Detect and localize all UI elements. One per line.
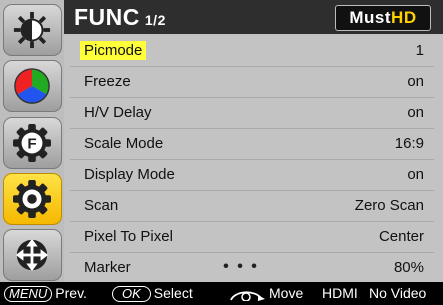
svg-text:F: F: [27, 136, 36, 153]
menu-row-value: Zero Scan: [354, 197, 424, 214]
menu-key-action: Prev.: [55, 285, 87, 301]
brightness-icon: [13, 11, 51, 49]
menu-row-value: 1: [415, 42, 424, 59]
signal-status-label: No Video: [369, 285, 427, 301]
menu-row-scan[interactable]: Scan Zero Scan: [70, 191, 434, 222]
logo-must-text: Must: [349, 8, 392, 27]
rotary-knob-icon: [230, 291, 265, 302]
ok-key-action: Select: [153, 285, 193, 301]
menu-row-value: on: [407, 73, 424, 90]
menu-row-label: Picmode: [80, 41, 147, 60]
menu-header: FUNC 1/2 MustHD: [64, 0, 443, 34]
page-title-text: FUNC: [74, 4, 140, 30]
sidebar-item-function[interactable]: F: [3, 117, 62, 169]
menu-row-label: Marker: [84, 259, 131, 276]
settings-menu: Picmode 1 Freeze on H/V Delay on Scale M…: [64, 34, 443, 282]
input-source-label: HDMI: [322, 285, 358, 301]
menu-row-scale-mode[interactable]: Scale Mode 16:9: [70, 129, 434, 160]
menu-row-value: 80%: [393, 259, 424, 276]
move-arrows-icon: [15, 238, 49, 272]
sidebar-item-color[interactable]: [3, 60, 62, 112]
logo-hd-text: HD: [391, 8, 417, 27]
menu-key-icon: MENU: [4, 286, 53, 302]
sidebar: F: [0, 0, 64, 282]
menu-row-label: Scan: [84, 197, 119, 214]
menu-row-label: Scale Mode: [84, 135, 164, 152]
menu-row-value: on: [407, 166, 424, 183]
menu-row-hv-delay[interactable]: H/V Delay on: [70, 98, 434, 129]
color-wheel-icon: [14, 68, 50, 104]
rotary-hint: Move: [228, 285, 304, 302]
sidebar-item-settings[interactable]: [3, 173, 62, 225]
ok-key-hint: OK Select: [112, 285, 193, 302]
menu-row-value: on: [407, 104, 424, 121]
settings-gear-icon: [13, 180, 51, 218]
sidebar-item-position[interactable]: [3, 229, 62, 281]
menu-row-picmode[interactable]: Picmode 1: [70, 36, 434, 67]
ok-key-icon: OK: [112, 286, 151, 302]
menu-row-label: Pixel To Pixel: [84, 228, 173, 245]
osd-frame: F FUNC 1/2 MustHD Picmode 1 Freeze on H/…: [0, 0, 443, 305]
key-hint-bar: MENU Prev. OK Select Move HDMI No Video: [0, 282, 443, 305]
page-title: FUNC 1/2: [74, 4, 166, 31]
menu-key-hint: MENU Prev.: [4, 285, 87, 302]
page-indicator: 1/2: [144, 12, 166, 28]
menu-row-pixel-to-pixel[interactable]: Pixel To Pixel Center: [70, 222, 434, 253]
menu-row-label: H/V Delay: [84, 104, 152, 121]
rotary-action: Move: [269, 285, 304, 301]
more-items-indicator: • • •: [223, 258, 259, 275]
menu-row-value: Center: [378, 228, 424, 245]
menu-row-value: 16:9: [394, 135, 424, 152]
sidebar-item-brightness[interactable]: [3, 4, 62, 56]
menu-row-freeze[interactable]: Freeze on: [70, 67, 434, 98]
menu-row-display-mode[interactable]: Display Mode on: [70, 160, 434, 191]
menu-row-label: Freeze: [84, 73, 131, 90]
brand-logo: MustHD: [335, 5, 431, 31]
function-gear-icon: F: [13, 124, 51, 162]
menu-row-label: Display Mode: [84, 166, 175, 183]
